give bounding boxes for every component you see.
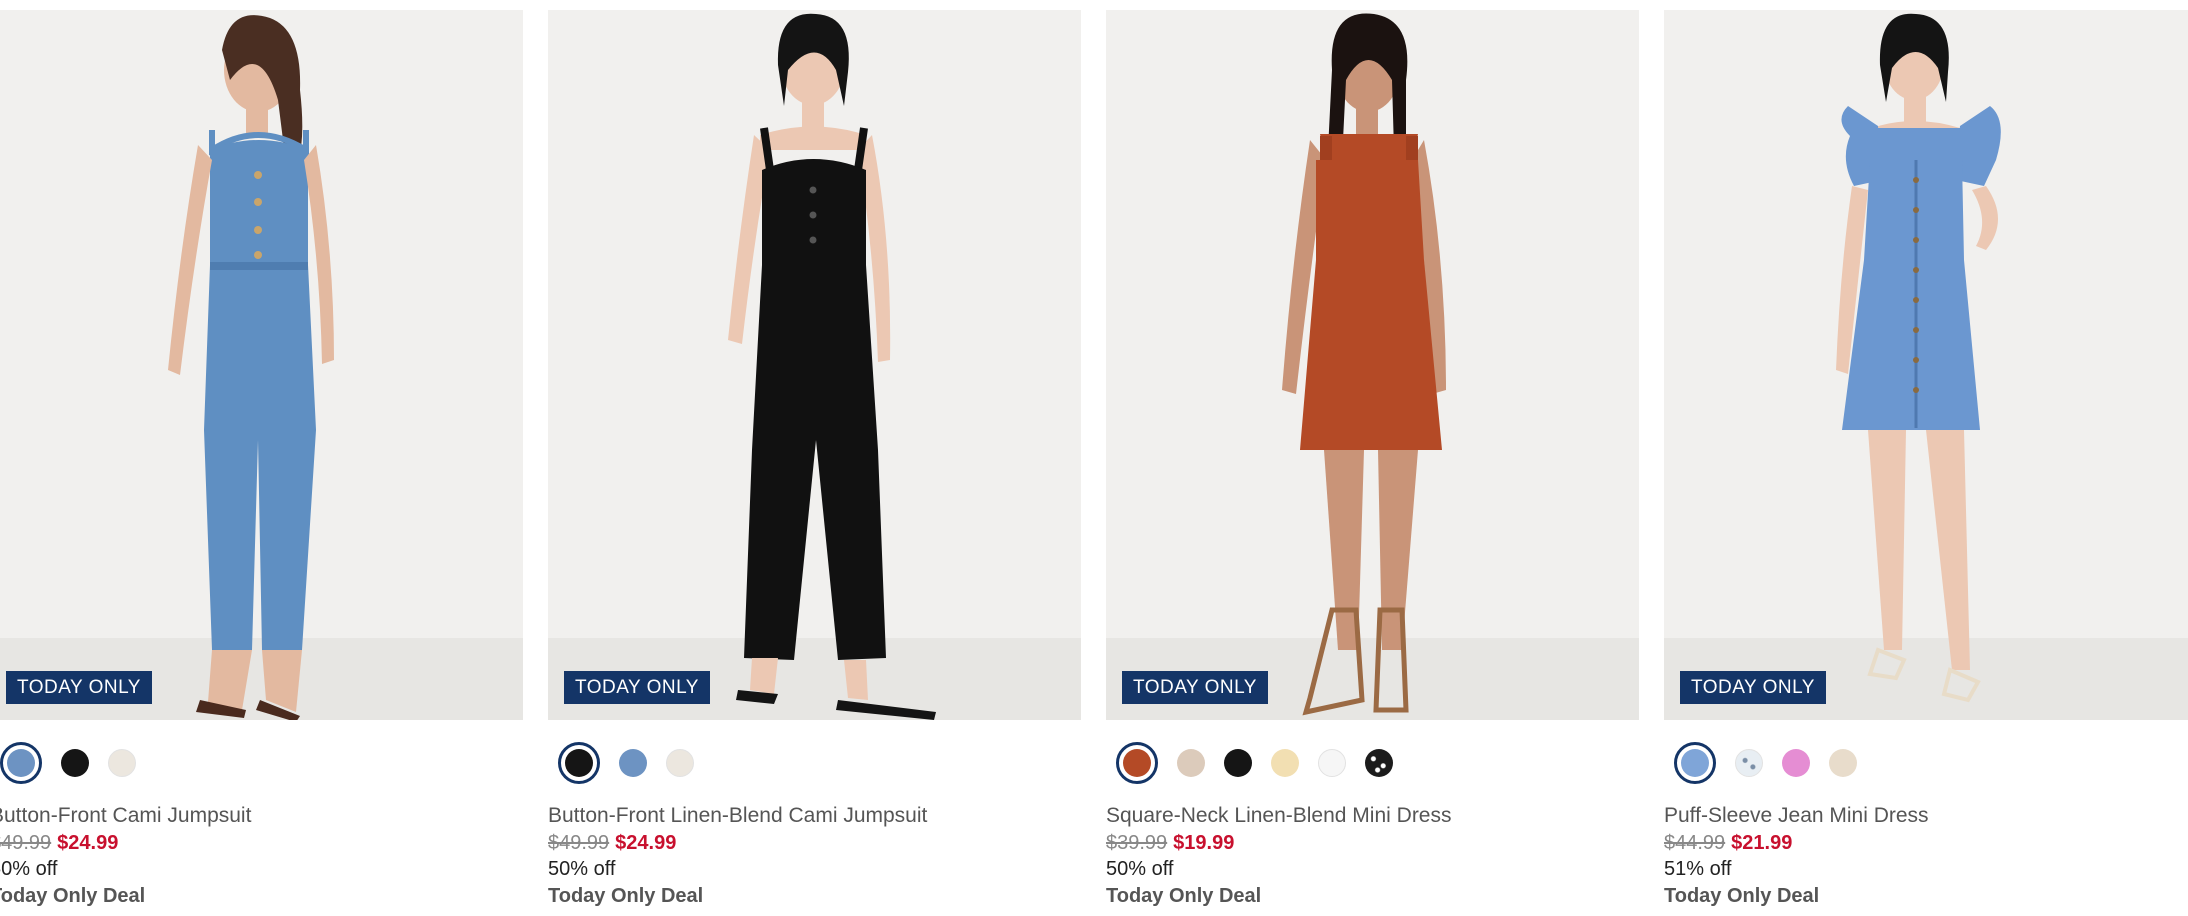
product-title[interactable]: Puff-Sleeve Jean Mini Dress xyxy=(1664,803,2188,829)
model-figure xyxy=(728,13,936,720)
product-image[interactable]: TODAY ONLY xyxy=(548,10,1081,720)
color-swatch[interactable] xyxy=(1674,742,1716,784)
price-row: $39.99 $19.99 xyxy=(1106,831,1639,855)
product-image[interactable]: TODAY ONLY xyxy=(1664,10,2188,720)
color-swatch[interactable] xyxy=(1829,749,1857,777)
color-swatch[interactable] xyxy=(1782,749,1810,777)
today-only-badge: TODAY ONLY xyxy=(1122,671,1268,704)
product-card[interactable]: TODAY ONLY Square-Neck Linen-Blend Mini … xyxy=(1106,10,1639,910)
deal-label: Today Only Deal xyxy=(548,885,704,907)
original-price: $39.99 xyxy=(1106,832,1168,854)
color-swatch[interactable] xyxy=(1177,749,1205,777)
sale-price: $21.99 xyxy=(1731,832,1793,854)
color-swatch[interactable] xyxy=(666,749,694,777)
discount-label: 51% off xyxy=(1664,858,1732,880)
color-swatch[interactable] xyxy=(1224,749,1252,777)
color-swatch[interactable] xyxy=(1116,742,1158,784)
product-title[interactable]: Button-Front Cami Jumpsuit xyxy=(0,803,523,829)
color-swatch[interactable] xyxy=(0,742,42,784)
color-swatch[interactable] xyxy=(1318,749,1346,777)
color-swatches xyxy=(1106,742,1639,784)
color-swatch[interactable] xyxy=(61,749,89,777)
original-price: $49.99 xyxy=(0,832,52,854)
model-figure xyxy=(1836,13,2001,703)
discount-label: 50% off xyxy=(1106,858,1174,880)
discount-label: 50% off xyxy=(548,858,616,880)
discount-label: 50% off xyxy=(0,858,58,880)
product-card[interactable]: TODAY ONLY Button-Front Linen-Blend Cami… xyxy=(548,10,1081,910)
product-card[interactable]: TODAY ONLY Button-Front Cami Jumpsuit $4… xyxy=(0,10,523,910)
today-only-badge: TODAY ONLY xyxy=(564,671,710,704)
color-swatches xyxy=(1664,742,2188,784)
product-card[interactable]: TODAY ONLY Puff-Sleeve Jean Mini Dress $… xyxy=(1664,10,2188,910)
deal-label: Today Only Deal xyxy=(1106,885,1262,907)
color-swatches xyxy=(0,742,523,784)
color-swatch[interactable] xyxy=(619,749,647,777)
color-swatch[interactable] xyxy=(1271,749,1299,777)
color-swatch[interactable] xyxy=(108,749,136,777)
original-price: $44.99 xyxy=(1664,832,1726,854)
today-only-badge: TODAY ONLY xyxy=(6,671,152,704)
today-only-badge: TODAY ONLY xyxy=(1680,671,1826,704)
deal-label: Today Only Deal xyxy=(0,885,146,907)
sale-price: $24.99 xyxy=(57,832,119,854)
deal-label: Today Only Deal xyxy=(1664,885,1820,907)
color-swatch[interactable] xyxy=(558,742,600,784)
color-swatch[interactable] xyxy=(1365,749,1393,777)
product-title[interactable]: Button-Front Linen-Blend Cami Jumpsuit xyxy=(548,803,1081,829)
color-swatch[interactable] xyxy=(1735,749,1763,777)
product-title[interactable]: Square-Neck Linen-Blend Mini Dress xyxy=(1106,803,1639,829)
price-row: $49.99$24.99 xyxy=(0,831,523,855)
sale-price: $24.99 xyxy=(615,832,677,854)
model-figure xyxy=(1282,13,1446,716)
color-swatches xyxy=(548,742,1081,784)
model-figure xyxy=(168,15,334,720)
price-row: $49.99$24.99 xyxy=(548,831,1081,855)
original-price: $49.99 xyxy=(548,832,610,854)
price-row: $44.99 $21.99 xyxy=(1664,831,2188,855)
product-image[interactable]: TODAY ONLY xyxy=(0,10,523,720)
product-image[interactable]: TODAY ONLY xyxy=(1106,10,1639,720)
sale-price: $19.99 xyxy=(1173,832,1235,854)
